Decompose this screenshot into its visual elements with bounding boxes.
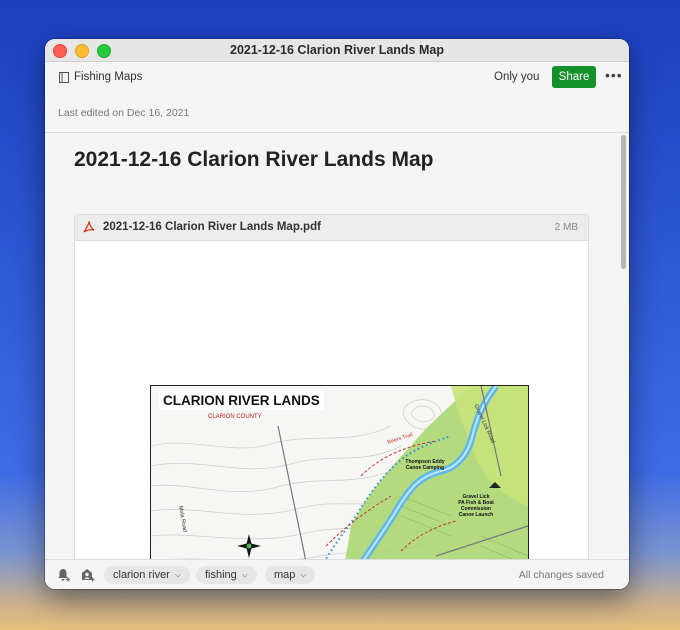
tag-fishing[interactable]: fishing ⌵ [196,566,257,584]
attachment-filename: 2021-12-16 Clarion River Lands Map.pdf [103,221,321,233]
map-preview: CLARION RIVER LANDS CLARION COUNTY Thomp… [150,385,529,559]
save-status: All changes saved [518,569,604,581]
thompson-eddy-label: Thompson Eddy Canoe Camping [405,459,445,471]
scrollbar[interactable] [620,133,628,559]
note-footer: clarion river ⌵ fishing ⌵ map ⌵ All chan… [45,559,629,589]
attachment-size: 2 MB [554,222,578,233]
note-body[interactable]: 2021-12-16 Clarion River Lands Map 2021-… [45,133,629,559]
app-window: 2021-12-16 Clarion River Lands Map Fishi… [45,39,629,589]
tag-label: clarion river [113,569,170,581]
tag-label: map [274,569,296,581]
more-options-icon[interactable]: ••• [605,67,623,83]
pdf-icon [83,221,95,233]
close-window-button[interactable] [53,44,67,58]
notebook-selector[interactable]: Fishing Maps [59,71,142,83]
share-status[interactable]: Only you [494,71,539,83]
map-title: CLARION RIVER LANDS [159,391,324,410]
chevron-down-icon: ⌵ [300,570,307,579]
pdf-attachment[interactable]: 2021-12-16 Clarion River Lands Map.pdf 2… [74,214,589,559]
window-controls [53,44,111,58]
bell-plus-icon[interactable] [57,568,71,582]
note-title[interactable]: 2021-12-16 Clarion River Lands Map [74,148,433,172]
minimize-window-button[interactable] [75,44,89,58]
window-title: 2021-12-16 Clarion River Lands Map [230,43,444,57]
map-graphic [151,386,528,559]
note-toolbar: Fishing Maps Only you Share ••• [45,61,629,95]
attachment-header[interactable]: 2021-12-16 Clarion River Lands Map.pdf 2… [75,215,588,241]
last-edited-text: Last edited on Dec 16, 2021 [58,107,190,119]
person-plus-icon[interactable] [81,568,95,582]
notebook-label: Fishing Maps [74,71,143,83]
chevron-down-icon: ⌵ [174,570,181,579]
tag-label: fishing [205,569,237,581]
map-county: CLARION COUNTY [208,414,262,420]
title-bar: 2021-12-16 Clarion River Lands Map [45,39,629,62]
zoom-window-button[interactable] [97,44,111,58]
gravel-lick-label: Gravel Lick PA Fish & Boat Commission Ca… [458,494,494,518]
tag-clarion-river[interactable]: clarion river ⌵ [104,566,190,584]
share-button[interactable]: Share [552,66,596,88]
notebook-icon [59,71,69,83]
chevron-down-icon: ⌵ [241,570,248,579]
scroll-thumb[interactable] [621,135,626,269]
tag-map[interactable]: map ⌵ [265,566,316,584]
